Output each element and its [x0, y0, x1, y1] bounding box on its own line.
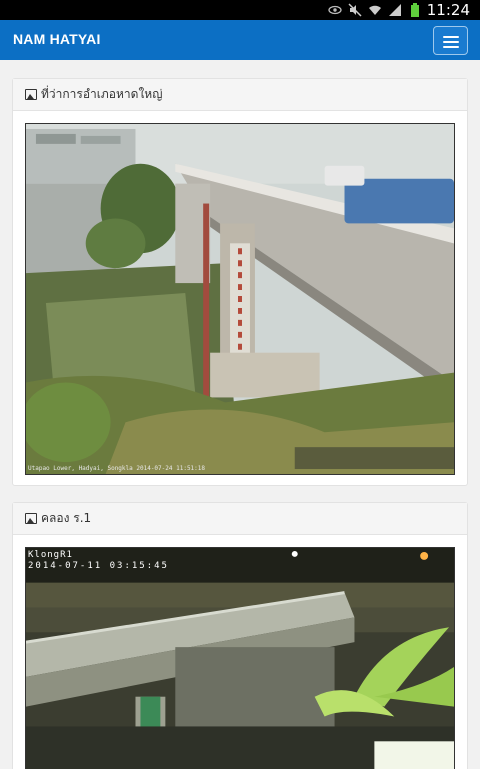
status-icons [328, 2, 422, 18]
picture-icon [25, 513, 37, 524]
eye-icon [328, 5, 342, 15]
panel-header: คลอง ร.1 [13, 503, 467, 535]
mute-icon [348, 3, 362, 17]
panel-title: ที่ว่าการอำเภอหาดใหญ่ [41, 87, 163, 101]
picture-icon [25, 89, 37, 100]
hamburger-menu-icon[interactable] [433, 26, 468, 55]
camera-image-1[interactable]: Utapao Lower, Hadyai, Songkla 2014-07-24… [25, 123, 455, 475]
camera-caption: Utapao Lower, Hadyai, Songkla 2014-07-24… [28, 465, 206, 472]
camera-panel-2: คลอง ร.1 KlongR1 2014-07-11 03:15:45 [12, 502, 468, 769]
signal-icon [389, 4, 401, 16]
camera-panel-1: ที่ว่าการอำเภอหาดใหญ่ Utapao Lower, Hady… [12, 78, 468, 486]
camera-image-2[interactable]: KlongR1 2014-07-11 03:15:45 [25, 547, 455, 769]
camera-overlay-timestamp: 2014-07-11 03:15:45 [28, 561, 169, 571]
status-bar: 11:24 [0, 0, 480, 20]
battery-icon [411, 3, 419, 17]
camera-overlay-name: KlongR1 [28, 550, 73, 560]
panel-header: ที่ว่าการอำเภอหาดใหญ่ [13, 79, 467, 111]
bridge-river-day-image [26, 124, 454, 474]
clock: 11:24 [426, 1, 470, 19]
panel-title: คลอง ร.1 [41, 511, 92, 525]
bridge-canal-night-image [26, 548, 454, 769]
brand-title[interactable]: NAM HATYAI [13, 31, 101, 47]
wifi-icon [369, 5, 381, 15]
navbar: NAM HATYAI [0, 20, 480, 60]
